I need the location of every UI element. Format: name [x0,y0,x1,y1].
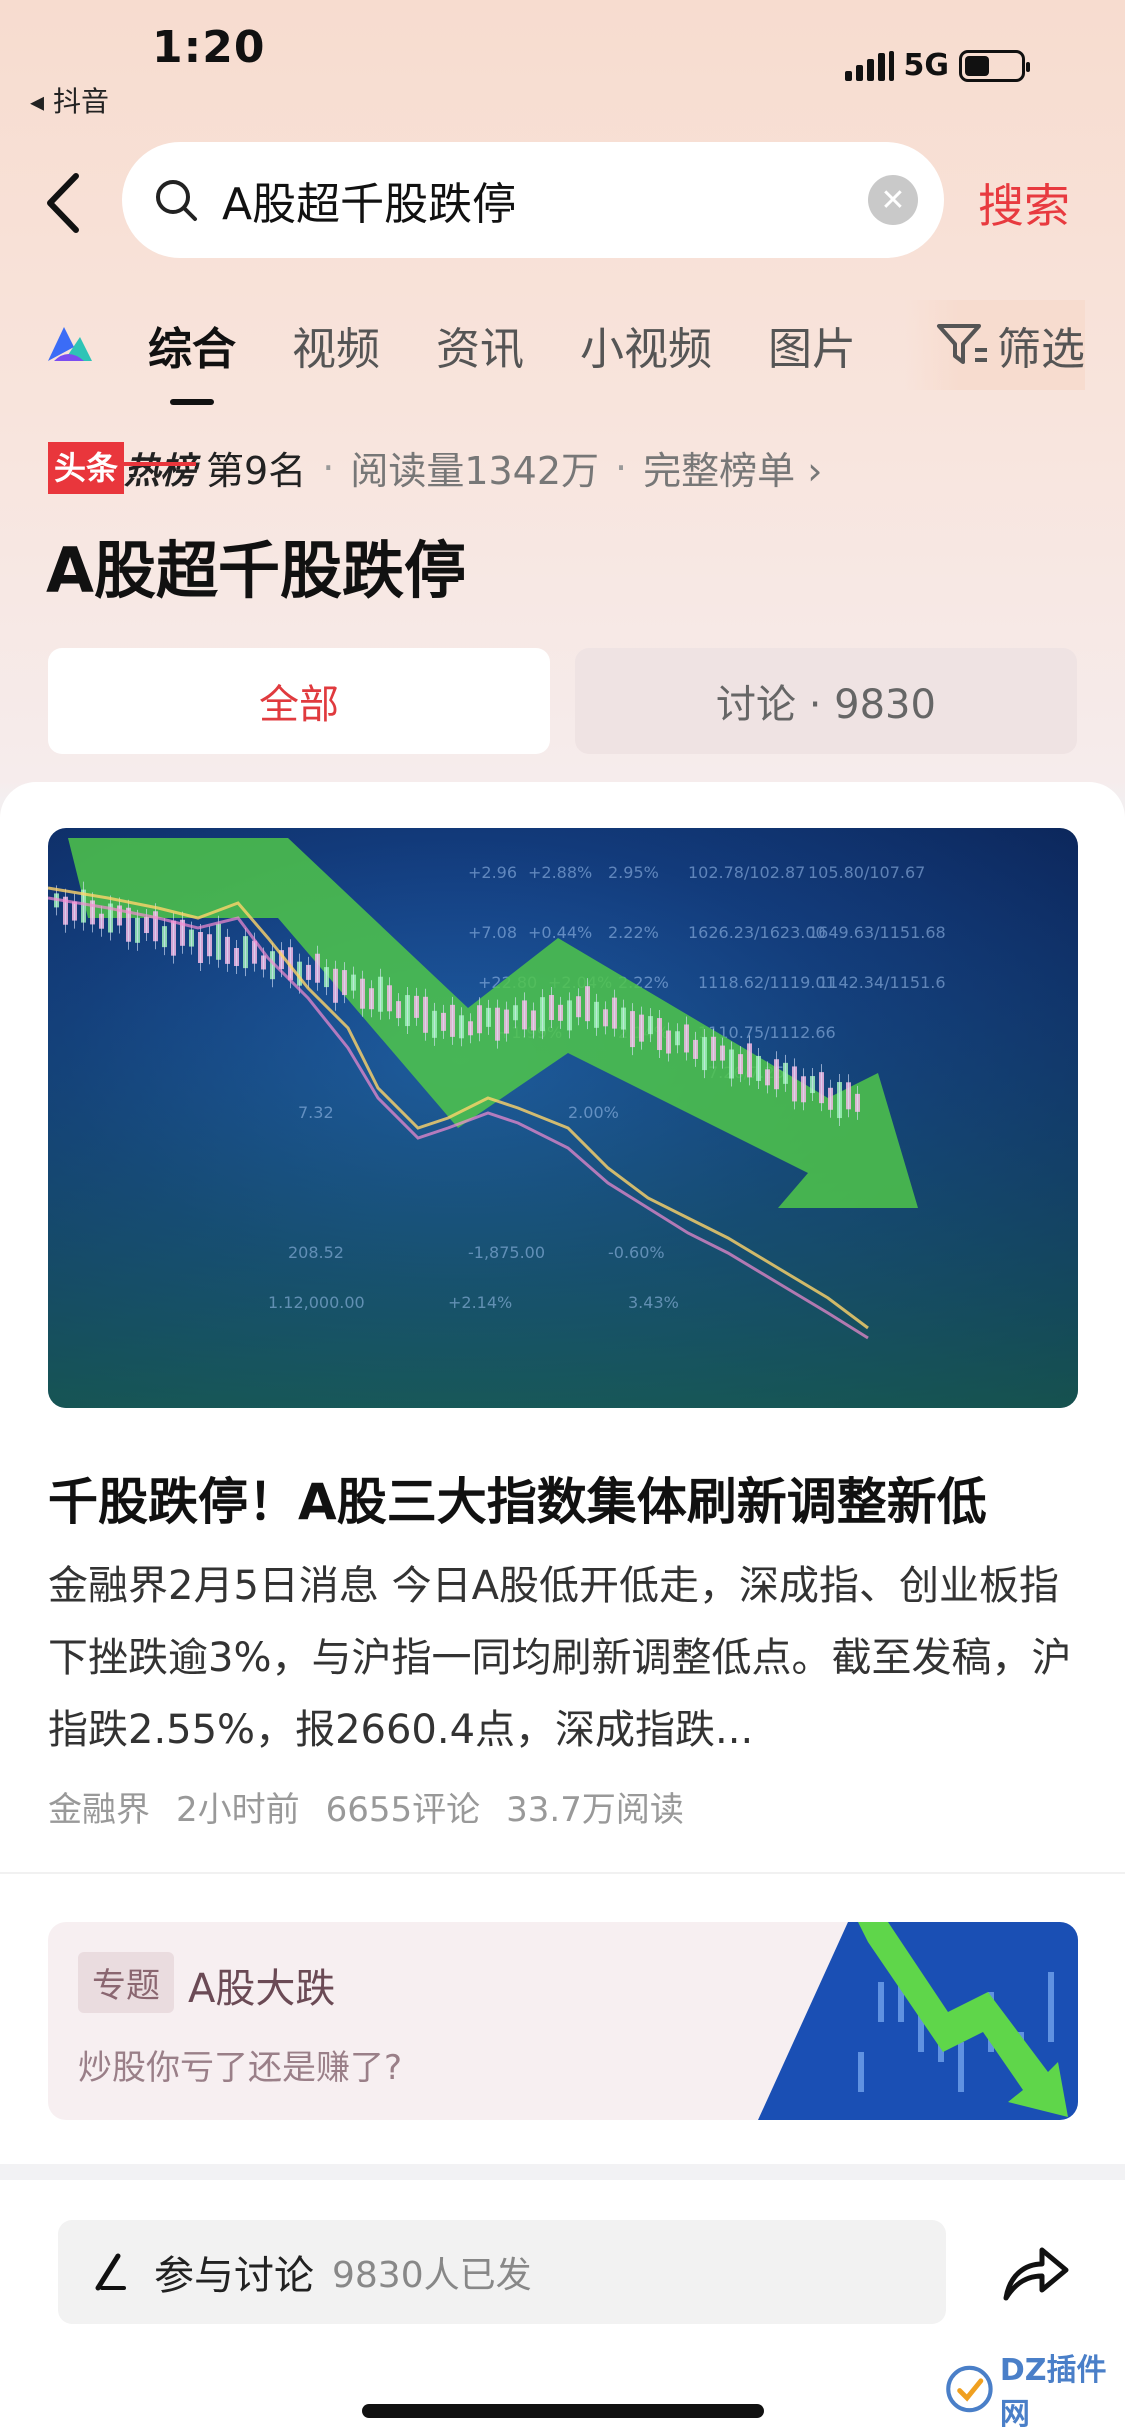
segment-all[interactable]: 全部 [48,648,550,754]
svg-text:+0.44%: +0.44% [528,923,592,942]
tab-short-video[interactable]: 小视频 [580,313,712,377]
special-subtitle: 炒股你亏了还是赚了? [78,2048,403,2088]
home-indicator[interactable] [362,2404,764,2418]
hot-reads: 阅读量1342万 [350,449,600,493]
share-icon[interactable] [1000,2238,1072,2306]
svg-text:2.00%: 2.00% [568,1103,619,1122]
article-meta: 金融界 2小时前 6655评论 33.7万阅读 [48,1782,684,1831]
watermark-logo-icon [946,2365,993,2413]
svg-text:2.22%: 2.22% [608,923,659,942]
separator-dot: · [615,445,628,490]
article-hero-image[interactable]: +2.96 +2.88% 2.95% 102.78/102.87 105.80/107… [48,828,1078,1408]
tab-all[interactable]: 综合 [148,313,236,405]
svg-text:7.32: 7.32 [298,1103,334,1122]
special-topic-card[interactable]: 专题 A股大跌 炒股你亏了还是赚了? [48,1922,1078,2120]
hot-rank-line[interactable]: 头条 热榜 第9名 · 阅读量1342万 · 完整榜单 › [48,440,822,495]
hot-rank: 第9名 [206,449,307,493]
svg-text:+7.08: +7.08 [468,923,517,942]
status-time: 1:20 [152,22,266,73]
special-tag: 专题 [78,1952,174,2013]
tab-video[interactable]: 视频 [292,313,380,377]
svg-text:+2.14%: +2.14% [448,1293,512,1312]
svg-text:+2.96: +2.96 [468,863,517,882]
filter-icon [937,324,987,364]
results-panel: +2.96 +2.88% 2.95% 102.78/102.87 105.80/107… [0,782,1125,2172]
svg-text:105.80/107.67: 105.80/107.67 [808,863,925,882]
bottom-bar: 参与讨论 9830人已发 DZ插件网 [0,2180,1125,2436]
watermark-text: DZ插件网 [999,2353,1107,2432]
hot-badge-toutiao: 头条 [48,441,125,494]
category-tabs: 综合 视频 资讯 小视频 图片 筛选 [40,300,1105,405]
special-name: A股大跌 [188,1966,336,2012]
back-button[interactable] [40,168,90,238]
article-summary[interactable]: 金融界2月5日消息 今日A股低开低走，深成指、创业板指下挫跌逾3%，与沪指一同均… [48,1550,1078,1766]
svg-text:2.95%: 2.95% [608,863,659,882]
divider [0,1872,1125,1874]
filter-button[interactable]: 筛选 [905,300,1085,390]
search-button[interactable]: 搜索 [978,170,1070,236]
svg-text:1.12,000.00: 1.12,000.00 [268,1293,365,1312]
separator-dot: · [322,445,335,490]
special-chart-image [758,1922,1078,2120]
hot-badge-label: 热榜 [124,442,197,494]
discuss-count: 9830人已发 [332,2255,532,2296]
svg-text:1118.62/1119.01: 1118.62/1119.01 [698,973,836,992]
article-title[interactable]: 千股跌停！A股三大指数集体刷新调整新低 [48,1462,1088,1534]
svg-text:1626.23/1623.00: 1626.23/1623.00 [688,923,826,942]
bottom-separator [0,2164,1125,2180]
tab-images[interactable]: 图片 [768,313,872,377]
search-input[interactable]: A股超千股跌停 ✕ [122,142,944,258]
segment-discuss[interactable]: 讨论 · 9830 [575,648,1077,754]
svg-text:1649.63/1151.68: 1649.63/1151.68 [808,923,946,942]
discuss-label: 参与讨论 [154,2253,314,2299]
article-comments: 6655评论 [325,1790,481,1830]
full-list-link[interactable]: 完整榜单 › [643,440,822,495]
svg-text:+2.88%: +2.88% [528,863,592,882]
article-time: 2小时前 [176,1790,300,1830]
status-indicators: 5G [844,48,1030,83]
svg-text:1142.34/1151.6: 1142.34/1151.6 [818,973,946,992]
article-source[interactable]: 金融界 [48,1782,150,1831]
svg-text:102.78/102.87: 102.78/102.87 [688,863,805,882]
filter-label: 筛选 [997,324,1085,375]
battery-icon [959,49,1030,82]
stock-market-image: +2.96 +2.88% 2.95% 102.78/102.87 105.80/107… [48,828,1078,1408]
search-query[interactable]: A股超千股跌停 [222,168,868,232]
network-type: 5G [903,48,950,83]
clear-icon[interactable]: ✕ [868,175,918,225]
discuss-input[interactable]: 参与讨论 9830人已发 [58,2220,946,2324]
topic-title: A股超千股跌停 [46,534,466,607]
svg-text:3.43%: 3.43% [628,1293,679,1312]
back-to-app-link[interactable]: ◂ 抖音 [30,80,109,120]
svg-text:-1,875.00: -1,875.00 [468,1243,545,1262]
article-reads: 33.7万阅读 [506,1790,684,1830]
toutiao-logo-icon[interactable] [40,317,96,373]
signal-icon [844,50,894,81]
svg-text:-0.60%: -0.60% [608,1243,665,1262]
tab-news[interactable]: 资讯 [436,313,524,377]
search-icon [156,180,197,221]
pen-icon [95,2253,126,2291]
watermark: DZ插件网 [945,2352,1115,2432]
chevron-left-icon [47,173,79,233]
svg-text:208.52: 208.52 [288,1243,344,1262]
